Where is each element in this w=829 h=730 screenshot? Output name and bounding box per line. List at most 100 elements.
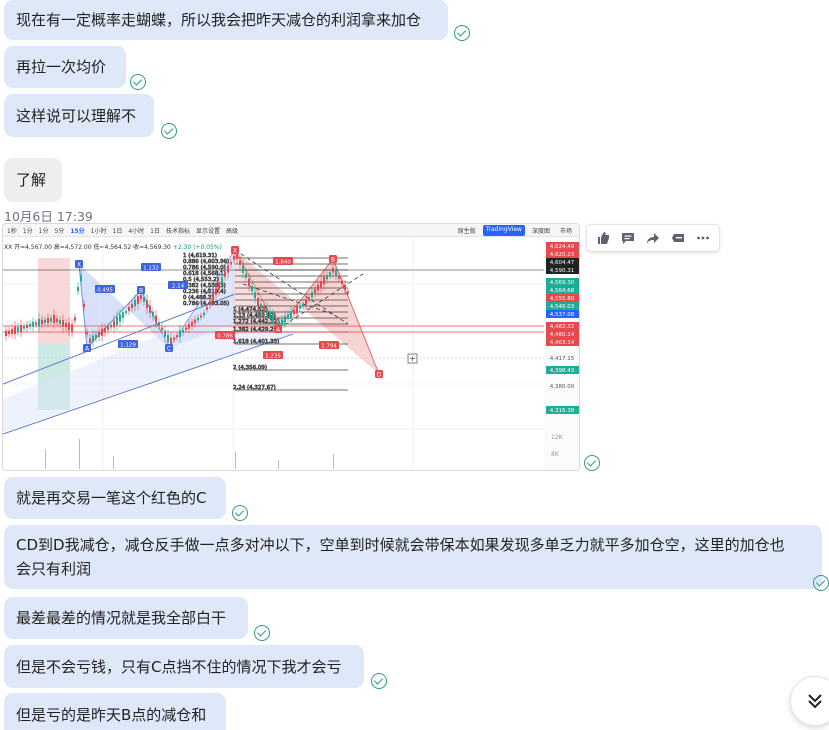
candle-body bbox=[305, 299, 307, 305]
ratio-label: 2.14 bbox=[172, 284, 185, 290]
candle-body bbox=[38, 318, 40, 327]
scroll-to-bottom-button[interactable] bbox=[790, 676, 829, 726]
candle-body bbox=[326, 274, 328, 280]
candle-body bbox=[320, 280, 322, 288]
share-icon[interactable] bbox=[643, 228, 663, 248]
more-icon[interactable] bbox=[693, 228, 713, 248]
candle-body bbox=[95, 334, 97, 339]
quote-icon[interactable] bbox=[668, 228, 688, 248]
candle-body bbox=[74, 317, 76, 321]
price-axis-label: 4,380.00 bbox=[550, 384, 575, 390]
candle-body bbox=[215, 288, 217, 295]
candle-body bbox=[224, 272, 226, 277]
fib-level-label: 2 (4,356.09) bbox=[233, 365, 267, 371]
candle-body bbox=[245, 273, 247, 279]
candle-body bbox=[341, 280, 343, 285]
candle-body bbox=[8, 330, 10, 335]
candle-body bbox=[257, 297, 259, 306]
read-check-icon bbox=[254, 625, 270, 641]
candle-body bbox=[179, 330, 181, 338]
fib-level-label: 2.24 (4,327.67) bbox=[233, 385, 276, 391]
candle-body bbox=[230, 262, 232, 265]
candle-body bbox=[338, 275, 340, 279]
candle-body bbox=[146, 300, 148, 309]
candle-body bbox=[176, 335, 178, 338]
fib-level-label: 0.786 (4,493.05) bbox=[183, 301, 229, 307]
candle-body bbox=[44, 319, 46, 323]
ratio-label: 1.840 bbox=[275, 260, 291, 266]
message-bubble-received[interactable]: 了解 bbox=[4, 158, 62, 202]
message-text-continued: 会只有利润 bbox=[16, 560, 92, 578]
candle-body bbox=[5, 330, 7, 337]
candle-body bbox=[242, 265, 244, 273]
chart-screenshot[interactable]: 1秒 1分 1分 5分 15分 1小时 1日 4小时 1日 技术指标 显示设置 … bbox=[2, 223, 580, 471]
candle-body bbox=[182, 329, 184, 333]
candle-body bbox=[77, 286, 79, 292]
candle-body bbox=[329, 272, 331, 276]
pattern-point-label: B bbox=[331, 257, 335, 264]
candle-body bbox=[248, 278, 250, 286]
price-axis-label: 4,537.08 bbox=[550, 312, 575, 318]
candle-body bbox=[206, 307, 208, 310]
thumbs-up-icon[interactable] bbox=[593, 228, 613, 248]
candle-body bbox=[20, 324, 22, 332]
message-text: 再拉一次均价 bbox=[16, 58, 107, 76]
candle-body bbox=[32, 321, 34, 327]
ratio-label: 1.132 bbox=[143, 266, 159, 272]
read-check-icon bbox=[584, 455, 600, 471]
message-text: 了解 bbox=[16, 171, 47, 189]
read-check-icon bbox=[130, 74, 146, 90]
candle-body bbox=[188, 323, 190, 329]
message-bubble[interactable]: 再拉一次均价 bbox=[4, 46, 126, 88]
candle-body bbox=[11, 328, 13, 334]
candle-body bbox=[143, 296, 145, 302]
message-bubble[interactable]: 这样说可以理解不 bbox=[4, 94, 154, 137]
candle-body bbox=[194, 319, 196, 324]
candle-body bbox=[209, 300, 211, 305]
candle-body bbox=[98, 331, 100, 337]
candle-body bbox=[332, 267, 334, 273]
candle-body bbox=[107, 326, 109, 330]
candle-body bbox=[317, 284, 319, 291]
candle-body bbox=[23, 326, 25, 329]
candle-body bbox=[302, 303, 304, 307]
pattern-point-label: B bbox=[139, 288, 143, 295]
pattern-point-label: X bbox=[233, 248, 237, 255]
candle-body bbox=[197, 317, 199, 321]
ratio-label: 1.129 bbox=[120, 343, 136, 349]
price-axis-label: 4,564.68 bbox=[550, 288, 575, 294]
candle-body bbox=[311, 292, 313, 298]
candle-body bbox=[212, 293, 214, 301]
message-bubble[interactable]: 但是不会亏钱，只有C点挡不住的情况下我才会亏 bbox=[4, 645, 364, 688]
candle-body bbox=[71, 324, 73, 332]
candle-body bbox=[65, 322, 67, 328]
message-bubble[interactable]: 现在有一定概率走蝴蝶，所以我会把昨天减仓的利润拿来加仓 bbox=[4, 0, 448, 40]
candle-body bbox=[263, 305, 265, 313]
comment-icon[interactable] bbox=[618, 228, 638, 248]
price-axis-label: 4,590.31 bbox=[550, 268, 575, 274]
candle-body bbox=[284, 315, 286, 323]
candle-body bbox=[50, 317, 52, 322]
candle-body bbox=[26, 324, 28, 329]
candle-body bbox=[251, 286, 253, 292]
message-bubble[interactable]: 最差最差的情况就是我全部白干 bbox=[4, 597, 248, 639]
candle-body bbox=[191, 321, 193, 326]
message-bubble[interactable]: 但是亏的是昨天B点的减仓和 bbox=[4, 693, 226, 730]
candle-body bbox=[134, 299, 136, 307]
message-text: CD到D我减仓，减仓反手做一点多对冲以下，空单到时候就会带保本如果发现多单乏力就… bbox=[16, 536, 785, 554]
pattern-point-label: X bbox=[77, 262, 81, 269]
ratio-label: 0.786 bbox=[217, 334, 233, 340]
candle-body bbox=[122, 312, 124, 318]
message-bubble[interactable]: CD到D我减仓，减仓反手做一点多对冲以下，空单到时候就会带保本如果发现多单乏力就… bbox=[4, 525, 822, 589]
message-bubble[interactable]: 就是再交易一笔这个红色的C bbox=[4, 477, 226, 519]
candle-body bbox=[293, 309, 295, 315]
candle-body bbox=[254, 292, 256, 299]
message-text: 就是再交易一笔这个红色的C bbox=[16, 489, 207, 507]
candle-body bbox=[299, 305, 301, 309]
candle-body bbox=[101, 328, 103, 336]
candle-body bbox=[344, 284, 346, 290]
candle-body bbox=[269, 311, 271, 319]
candle-body bbox=[308, 297, 310, 300]
candle-body bbox=[221, 277, 223, 284]
candle-body bbox=[335, 269, 337, 276]
